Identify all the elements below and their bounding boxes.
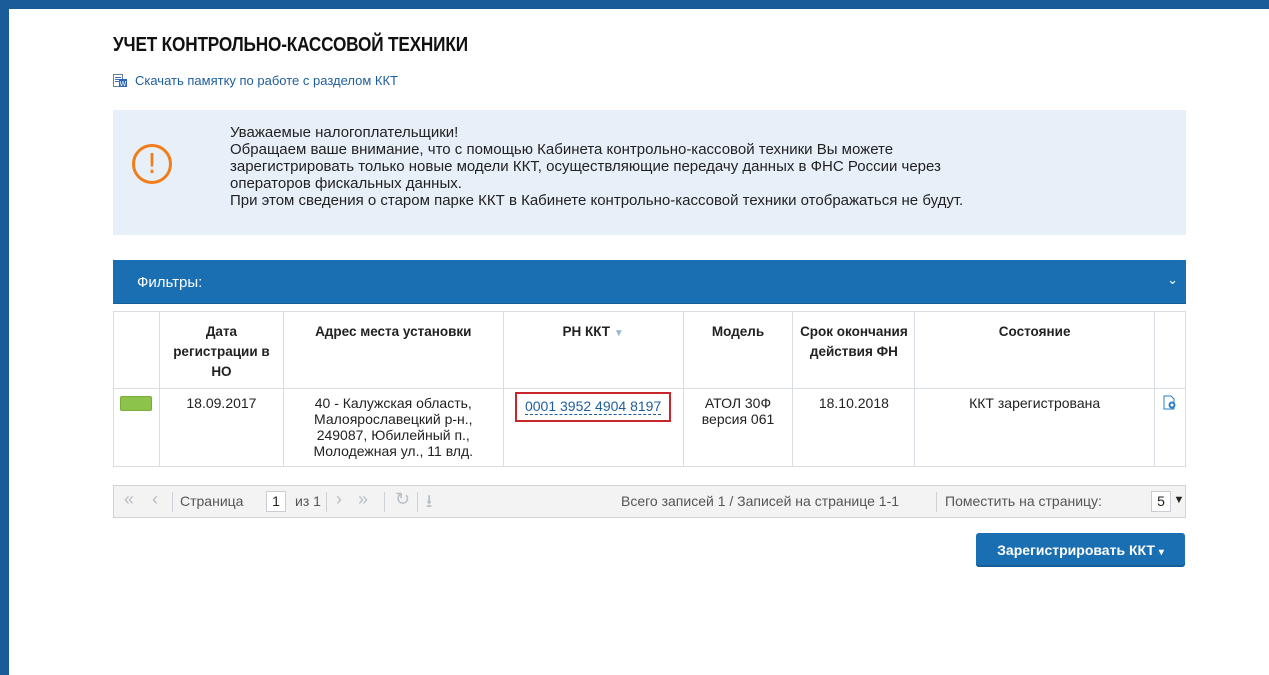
svg-text:W: W bbox=[120, 80, 127, 88]
sort-desc-icon: ▼ bbox=[613, 328, 624, 339]
status-cell bbox=[113, 388, 160, 467]
pagination-bar: « ‹ Страница 1 из 1 › » ↻ ⭳ Всего записе… bbox=[113, 485, 1186, 518]
header-fn-expiry[interactable]: Срок окончания действия ФН bbox=[792, 311, 916, 389]
per-page-label: Поместить на страницу: bbox=[945, 493, 1102, 509]
caret-down-icon: ▾ bbox=[1158, 547, 1164, 558]
table-row[interactable]: 18.09.2017 40 - Калужская область, Малоя… bbox=[113, 388, 1187, 467]
register-kkt-label: Зарегистрировать ККТ bbox=[997, 542, 1155, 558]
word-document-icon: W bbox=[113, 73, 129, 88]
next-page-icon[interactable]: › bbox=[336, 489, 342, 510]
window-frame-left bbox=[0, 0, 9, 675]
state-cell: ККТ зарегистрована bbox=[914, 388, 1155, 467]
chevron-down-icon[interactable]: ⌄ bbox=[1167, 272, 1178, 288]
actions-cell bbox=[1153, 388, 1187, 467]
divider bbox=[417, 492, 418, 512]
window-frame-top bbox=[0, 0, 1269, 9]
divider bbox=[384, 492, 385, 512]
header-state[interactable]: Состояние bbox=[914, 311, 1155, 389]
address-cell: 40 - Калужская область, Малоярославецкий… bbox=[282, 388, 504, 467]
download-icon[interactable]: ⭳ bbox=[426, 489, 432, 519]
notice-text: Уважаемые налогоплательщики! Обращаем ва… bbox=[230, 124, 1170, 209]
date-cell: 18.09.2017 bbox=[158, 388, 284, 467]
status-indicator bbox=[120, 396, 153, 411]
notice-line: зарегистрировать только новые модели ККТ… bbox=[230, 158, 941, 175]
filters-label: Фильтры: bbox=[137, 274, 203, 291]
notice-line: операторов фискальных данных. bbox=[230, 175, 462, 192]
notice-banner: ! Уважаемые налогоплательщики! Обращаем … bbox=[113, 110, 1186, 235]
rn-cell: 0001 3952 4904 8197 bbox=[502, 388, 684, 467]
fn-expiry-cell: 18.10.2018 bbox=[792, 388, 916, 467]
header-address[interactable]: Адрес места установки bbox=[282, 311, 504, 389]
register-kkt-button[interactable]: Зарегистрировать ККТ ▾ bbox=[976, 533, 1185, 567]
prev-page-icon[interactable]: ‹ bbox=[152, 489, 158, 510]
header-date[interactable]: Дата регистрации в НО bbox=[158, 311, 284, 389]
model-cell: АТОЛ 30Ф версия 061 bbox=[682, 388, 794, 467]
divider bbox=[172, 492, 173, 512]
header-status bbox=[113, 311, 160, 389]
notice-line: Уважаемые налогоплательщики! bbox=[230, 124, 459, 141]
download-guide-link[interactable]: W Скачать памятку по работе с разделом К… bbox=[113, 73, 398, 88]
divider bbox=[326, 492, 327, 512]
refresh-icon[interactable]: ↻ bbox=[395, 489, 410, 510]
rn-highlight: 0001 3952 4904 8197 bbox=[514, 392, 672, 422]
rn-link[interactable]: 0001 3952 4904 8197 bbox=[524, 398, 662, 415]
download-guide-label: Скачать памятку по работе с разделом ККТ bbox=[135, 73, 398, 88]
notice-line: При этом сведения о старом парке ККТ в К… bbox=[230, 192, 964, 209]
page-total: из 1 bbox=[295, 493, 321, 509]
table-header-row: Дата регистрации в НО Адрес места устано… bbox=[113, 311, 1187, 389]
header-rn-label: РН ККТ bbox=[562, 324, 611, 339]
filters-panel-header[interactable]: Фильтры: ⌄ bbox=[113, 260, 1186, 304]
header-model[interactable]: Модель bbox=[682, 311, 794, 389]
warning-icon: ! bbox=[132, 144, 172, 184]
per-page-select[interactable]: 5 bbox=[1151, 491, 1171, 512]
first-page-icon[interactable]: « bbox=[124, 489, 134, 510]
kkt-table: Дата регистрации в НО Адрес места устано… bbox=[113, 311, 1187, 467]
divider bbox=[936, 492, 937, 512]
header-actions bbox=[1153, 311, 1187, 389]
last-page-icon[interactable]: » bbox=[358, 489, 368, 510]
page-title: УЧЕТ КОНТРОЛЬНО-КАССОВОЙ ТЕХНИКИ bbox=[113, 34, 468, 56]
document-search-icon[interactable] bbox=[1162, 395, 1178, 415]
page-label: Страница bbox=[180, 493, 244, 509]
header-rn[interactable]: РН ККТ ▼ bbox=[502, 311, 684, 389]
notice-line: Обращаем ваше внимание, что с помощью Ка… bbox=[230, 141, 894, 158]
chevron-down-icon[interactable]: ▼ bbox=[1172, 491, 1186, 512]
page-number-input[interactable]: 1 bbox=[266, 491, 286, 512]
records-summary: Всего записей 1 / Записей на странице 1-… bbox=[621, 493, 900, 509]
